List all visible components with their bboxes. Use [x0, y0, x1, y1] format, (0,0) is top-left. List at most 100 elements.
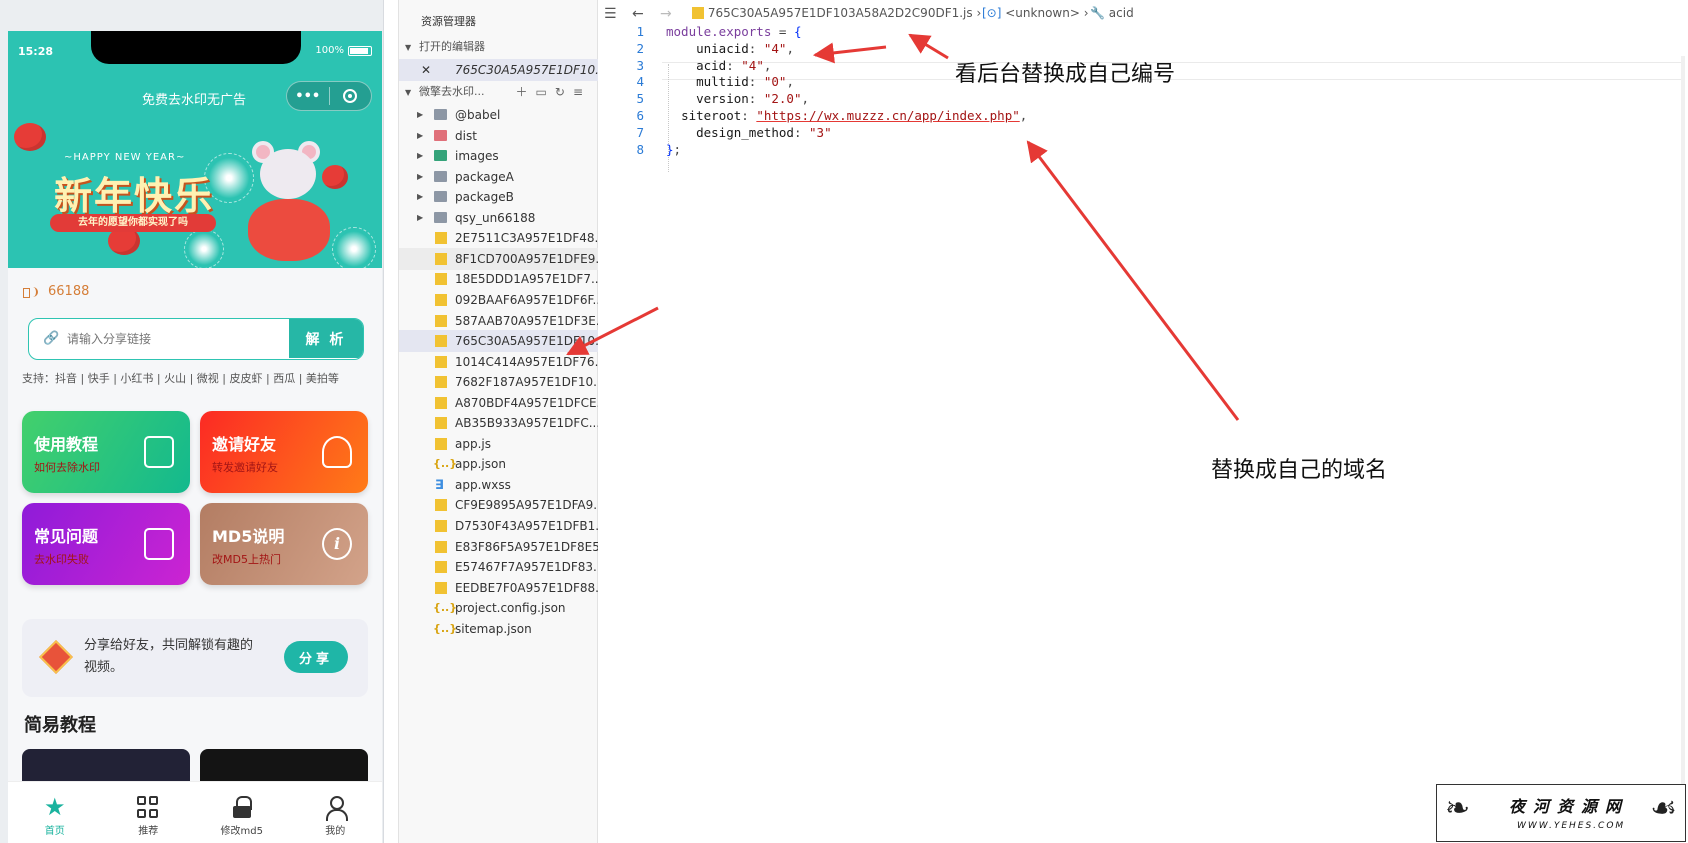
- breadcrumb-scope[interactable]: [⊙] <unknown> ›: [982, 6, 1089, 20]
- file-item[interactable]: 587AAB70A957E1DF3E...: [399, 310, 599, 332]
- code-punctuation: ,: [801, 91, 810, 107]
- code-line[interactable]: acid: "4",: [666, 57, 771, 75]
- list-icon[interactable]: ☰: [604, 6, 617, 22]
- file-item[interactable]: 1014C414A957E1DF76...: [399, 351, 599, 373]
- file-item[interactable]: app.js: [399, 433, 599, 455]
- code-line[interactable]: design_method: "3": [666, 124, 831, 142]
- chevron-right-icon[interactable]: ▶: [417, 125, 423, 147]
- tab-label: 推荐: [138, 826, 159, 837]
- tab-home[interactable]: ★ 首页: [8, 782, 102, 843]
- file-item[interactable]: 765C30A5A957E1DF10...: [399, 330, 599, 353]
- mouse-mascot: [260, 149, 316, 199]
- file-item[interactable]: E83F86F5A957E1DF8E5...: [399, 536, 599, 558]
- new-file-icon[interactable]: ＋: [516, 85, 536, 99]
- code-line[interactable]: siteroot: "https://wx.muzzz.cn/app/index…: [666, 107, 1027, 125]
- file-item[interactable]: {..} sitemap.json: [399, 618, 599, 640]
- tab-mine[interactable]: 我的: [289, 782, 383, 843]
- code-editor: ☰ ← → 765C30A5A957E1DF103A58A2D2C90DF1.j…: [598, 0, 1688, 843]
- scrollbar-track[interactable]: [1681, 56, 1685, 836]
- file-item[interactable]: 092BAAF6A957E1DF6F...: [399, 289, 599, 311]
- folder-item[interactable]: ▶ @babel: [399, 104, 599, 126]
- more-button[interactable]: •••: [287, 89, 329, 104]
- invite-friends-card[interactable]: 邀请好友 转发邀请好友: [200, 411, 368, 493]
- code-string: "4": [763, 40, 787, 56]
- chevron-right-icon[interactable]: ▶: [417, 104, 423, 126]
- line-number: 6: [636, 108, 644, 123]
- gift-icon: [39, 640, 73, 674]
- scroll-ornament-icon: ❧: [1445, 791, 1471, 826]
- file-item[interactable]: A870BDF4A957E1DFCE...: [399, 392, 599, 414]
- speaker-icon: [22, 285, 40, 299]
- folder-item[interactable]: ▶ qsy_un66188: [399, 207, 599, 229]
- chevron-right-icon[interactable]: ▶: [417, 166, 423, 188]
- chevron-right-icon[interactable]: ▶: [417, 207, 423, 229]
- md5-info-card[interactable]: MD5说明 改MD5上热门 i: [200, 503, 368, 585]
- phone-screen: ~HAPPY NEW YEAR~ 新年快乐 去年的愿望你都实现了吗 15:28 …: [8, 31, 382, 843]
- chevron-down-icon: ▼: [405, 43, 412, 52]
- collapse-icon[interactable]: ≡: [573, 85, 591, 99]
- file-item[interactable]: 8F1CD700A957E1DFE9...: [399, 247, 599, 270]
- new-year-banner[interactable]: ~HAPPY NEW YEAR~ 新年快乐 去年的愿望你都实现了吗: [8, 31, 382, 268]
- open-editor-filename: 765C30A5A957E1DF10...: [455, 63, 599, 77]
- back-arrow-icon[interactable]: ←: [632, 6, 644, 22]
- code-line[interactable]: module.exports = {: [666, 23, 801, 41]
- chevron-down-icon: ▼: [405, 88, 412, 97]
- file-item[interactable]: {..} app.json: [399, 453, 599, 475]
- lantern-decoration: [14, 123, 46, 151]
- code-colon: :: [741, 108, 757, 123]
- code-colon: :: [748, 40, 764, 56]
- share-link-input[interactable]: [67, 319, 307, 358]
- breadcrumb-symbol[interactable]: 🔧 acid: [1090, 6, 1134, 20]
- tutorial-card[interactable]: 使用教程 如何去除水印: [22, 411, 190, 493]
- chevron-right-icon[interactable]: ▶: [417, 145, 423, 167]
- forward-arrow-icon[interactable]: →: [660, 6, 672, 22]
- open-editor-item[interactable]: ✕ 765C30A5A957E1DF10...: [399, 59, 599, 81]
- file-item[interactable]: 18E5DDD1A957E1DF7...: [399, 268, 599, 290]
- parse-button[interactable]: 解 析: [289, 319, 363, 358]
- breadcrumb-scope-label: <unknown>: [1005, 6, 1080, 20]
- refresh-icon[interactable]: ↻: [555, 85, 573, 99]
- folder-item[interactable]: ▶ packageA: [399, 166, 599, 188]
- file-item[interactable]: 7682F187A957E1DF10...: [399, 371, 599, 393]
- share-button[interactable]: 分享: [284, 641, 348, 673]
- close-mini-program-button[interactable]: [330, 87, 372, 105]
- code-line[interactable]: uniacid: "4",: [666, 40, 794, 58]
- js-file-icon: [435, 499, 447, 512]
- tab-recommend[interactable]: 推荐: [102, 782, 196, 843]
- share-link-search: 🔗 解 析: [28, 318, 364, 360]
- code-punctuation: ,: [763, 57, 772, 73]
- file-item[interactable]: {..} project.config.json: [399, 597, 599, 619]
- folder-item[interactable]: ▶ images: [399, 145, 599, 167]
- js-file-icon: [435, 540, 447, 553]
- open-editors-section[interactable]: ▼ 打开的编辑器: [399, 36, 599, 58]
- folder-icon: [434, 211, 447, 223]
- faq-card[interactable]: 常见问题 去水印失败: [22, 503, 190, 585]
- js-file-icon: [435, 417, 447, 430]
- chevron-right-icon[interactable]: ▶: [417, 186, 423, 208]
- breadcrumb-file[interactable]: 765C30A5A957E1DF103A58A2D2C90DF1.js ›: [692, 6, 981, 20]
- file-item[interactable]: EEDBE7F0A957E1DF88...: [399, 577, 599, 599]
- close-icon[interactable]: ✕: [421, 59, 431, 81]
- file-item[interactable]: D7530F43A957E1DFB1...: [399, 515, 599, 537]
- notice-text: 66188: [48, 284, 90, 299]
- file-item[interactable]: ∃ app.wxss: [399, 474, 599, 496]
- file-name: app.wxss: [455, 477, 511, 492]
- new-folder-icon[interactable]: ▭: [536, 85, 555, 99]
- code-line[interactable]: };: [666, 141, 681, 159]
- file-item[interactable]: CF9E9895A957E1DFA9...: [399, 494, 599, 516]
- file-item[interactable]: 2E7511C3A957E1DF48...: [399, 227, 599, 249]
- project-section[interactable]: ▼ 微擎去水印... ＋▭↻≡: [399, 81, 599, 103]
- file-name: 7682F187A957E1DF10...: [455, 375, 599, 390]
- tab-modify-md5[interactable]: 修改md5: [195, 782, 289, 843]
- notice-bar: 66188: [22, 284, 89, 299]
- folder-item[interactable]: ▶ dist: [399, 125, 599, 147]
- file-item[interactable]: E57467F7A957E1DF83...: [399, 556, 599, 578]
- banner-subtitle: ~HAPPY NEW YEAR~: [64, 152, 186, 163]
- code-line[interactable]: version: "2.0",: [666, 90, 809, 108]
- code-line[interactable]: multiid: "0",: [666, 73, 794, 91]
- file-item[interactable]: AB35B933A957E1DFC...: [399, 412, 599, 434]
- folder-item[interactable]: ▶ packageB: [399, 186, 599, 208]
- code-property: design_method: [696, 124, 794, 140]
- file-name: 8F1CD700A957E1DFE9...: [455, 251, 599, 266]
